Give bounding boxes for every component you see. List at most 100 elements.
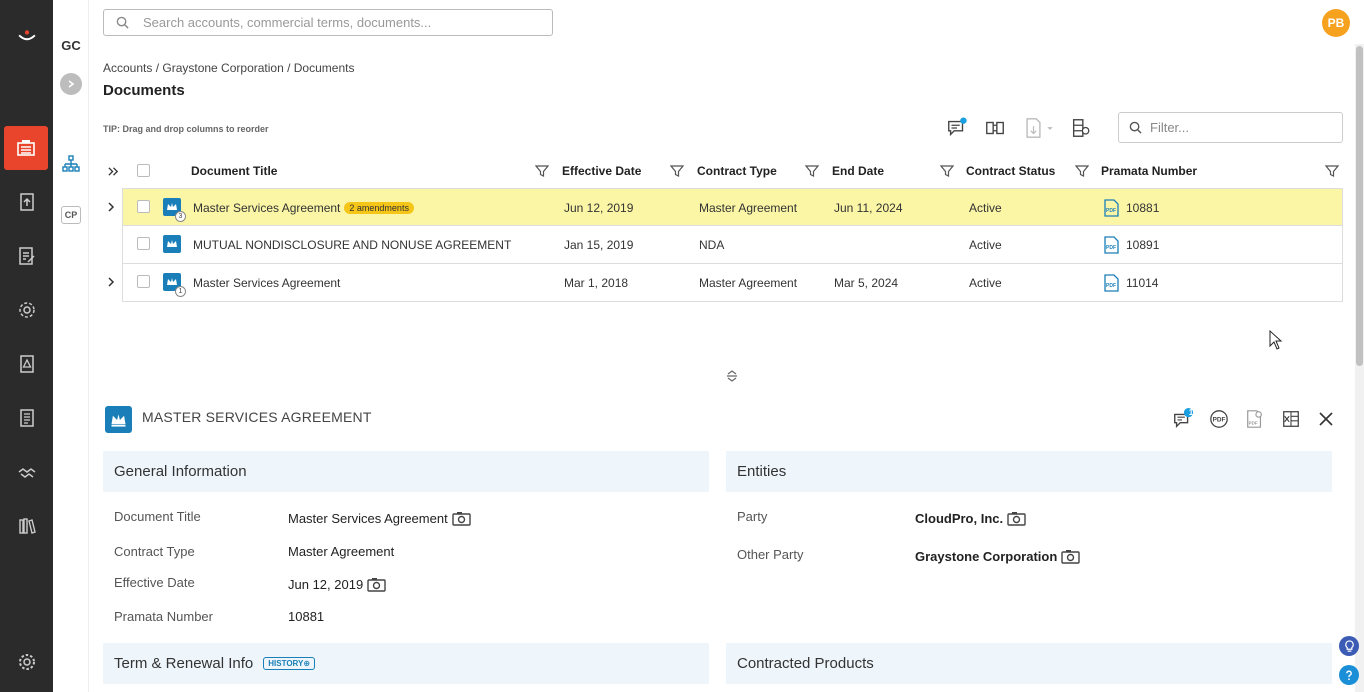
comments-button[interactable] <box>945 116 969 140</box>
top-bar: PB <box>89 0 1364 44</box>
column-header-pramata-number[interactable]: Pramata Number <box>1101 164 1197 178</box>
row-checkbox[interactable] <box>137 275 150 288</box>
panel-heading: General Information <box>103 451 709 492</box>
camera-icon[interactable] <box>451 511 471 526</box>
expand-all-icon[interactable] <box>107 165 120 178</box>
search-icon <box>116 16 129 29</box>
panel-heading: Entities <box>726 451 1332 492</box>
panel-heading: Contracted Products <box>726 643 1332 684</box>
filter-funnel-icon[interactable] <box>1075 164 1089 178</box>
app-logo[interactable] <box>0 18 53 54</box>
pramata-number-cell[interactable]: 11014 <box>1126 276 1158 290</box>
table-filter[interactable] <box>1118 112 1343 143</box>
hierarchy-icon[interactable] <box>62 155 80 173</box>
detail-comments-button[interactable]: 1 <box>1172 408 1194 430</box>
reorder-tip: TIP: Drag and drop columns to reorder <box>103 124 269 134</box>
scrollbar-thumb[interactable] <box>1356 46 1363 366</box>
nav-upload-icon[interactable] <box>0 180 53 224</box>
chevron-right-icon <box>68 80 75 88</box>
nav-settings-icon[interactable] <box>0 640 53 684</box>
lightbulb-icon <box>1344 639 1354 652</box>
crown-document-icon: 1 <box>163 273 186 297</box>
breadcrumb[interactable]: Accounts / Graystone Corporation / Docum… <box>103 61 354 75</box>
compare-button[interactable] <box>983 116 1007 140</box>
main-content: Accounts / Graystone Corporation / Docum… <box>89 44 1355 692</box>
end-date-cell: Jun 11, 2024 <box>834 201 903 215</box>
counterparty-badge[interactable]: CP <box>61 206 81 224</box>
filter-input[interactable] <box>1150 120 1330 135</box>
nav-accounts-icon[interactable] <box>4 126 48 170</box>
column-header-end-date[interactable]: End Date <box>832 164 884 178</box>
pdf-search-icon: PDF <box>1247 410 1262 428</box>
vertical-scrollbar[interactable] <box>1355 44 1364 692</box>
comment-count: 1 <box>1188 408 1194 417</box>
nav-reports-icon[interactable] <box>0 396 53 440</box>
detail-title: MASTER SERVICES AGREEMENT <box>142 409 372 425</box>
pramata-number-cell[interactable]: 10891 <box>1126 238 1159 252</box>
crown-document-icon: 3 <box>163 198 186 222</box>
excel-icon <box>1283 411 1299 427</box>
account-context-bar: GC CP <box>53 0 89 692</box>
row-checkbox[interactable] <box>137 200 150 213</box>
chevron-right-icon[interactable] <box>104 275 118 289</box>
export-excel-button[interactable] <box>1280 408 1302 430</box>
filter-funnel-icon[interactable] <box>1325 164 1339 178</box>
document-title-link[interactable]: MUTUAL NONDISCLOSURE AND NONUSE AGREEMEN… <box>193 238 511 252</box>
column-header-effective-date[interactable]: Effective Date <box>562 164 641 178</box>
pdf-icon[interactable]: PDF <box>1103 274 1120 292</box>
column-header-contract-status[interactable]: Contract Status <box>966 164 1055 178</box>
compare-icon <box>986 121 1004 135</box>
global-search[interactable] <box>103 9 553 36</box>
column-header-contract-type[interactable]: Contract Type <box>697 164 777 178</box>
contract-status-cell: Active <box>969 238 1002 252</box>
expand-panel-button[interactable] <box>60 73 82 95</box>
pramata-number-cell[interactable]: 10881 <box>1126 201 1159 215</box>
user-avatar[interactable]: PB <box>1322 9 1350 37</box>
nav-handshake-icon[interactable] <box>0 450 53 494</box>
history-button[interactable]: HISTORY⊕ <box>263 657 316 670</box>
resize-handle-icon[interactable] <box>725 369 739 383</box>
filter-funnel-icon[interactable] <box>940 164 954 178</box>
contract-type-cell: Master Agreement <box>699 201 798 215</box>
nav-edit-document-icon[interactable] <box>0 234 53 278</box>
term-renewal-panel: Term & Renewal Info HISTORY⊕ <box>103 643 709 688</box>
version-badge: 1 <box>175 286 186 297</box>
table-row[interactable]: 3 Master Services Agreement 2 amendments … <box>108 188 1343 226</box>
pdf-icon: PDF <box>1210 410 1228 428</box>
help-button[interactable] <box>1339 665 1359 685</box>
table-row[interactable]: MUTUAL NONDISCLOSURE AND NONUSE AGREEMEN… <box>122 226 1343 264</box>
chevron-right-icon[interactable] <box>104 200 118 214</box>
question-icon <box>1346 670 1352 681</box>
general-information-panel: General Information Document Title Maste… <box>103 451 709 624</box>
camera-icon[interactable] <box>1007 511 1026 526</box>
search-icon <box>1129 121 1142 134</box>
row-checkbox[interactable] <box>137 237 150 250</box>
pdf-icon[interactable]: PDF <box>1103 199 1120 217</box>
ideas-button[interactable] <box>1339 636 1359 656</box>
amendments-badge[interactable]: 2 amendments <box>344 202 414 214</box>
camera-icon[interactable] <box>367 577 386 592</box>
entities-panel: Entities Party CloudPro, Inc. Other Part… <box>726 451 1332 591</box>
camera-icon[interactable] <box>1061 549 1080 564</box>
search-input[interactable] <box>143 15 523 30</box>
filter-funnel-icon[interactable] <box>805 164 819 178</box>
close-detail-button[interactable] <box>1315 408 1337 430</box>
nav-library-icon[interactable] <box>0 504 53 548</box>
document-title-link[interactable]: Master Services Agreement <box>193 201 340 215</box>
pdf-icon[interactable]: PDF <box>1103 236 1120 254</box>
filter-funnel-icon[interactable] <box>670 164 684 178</box>
view-pdf-button[interactable]: PDF <box>1208 408 1230 430</box>
panel-heading: Term & Renewal Info <box>114 655 254 672</box>
filter-funnel-icon[interactable] <box>535 164 549 178</box>
column-settings-button[interactable] <box>1069 116 1093 140</box>
document-title-link[interactable]: Master Services Agreement <box>193 276 340 290</box>
effective-date-cell: Mar 1, 2018 <box>564 276 629 290</box>
column-header-document-title[interactable]: Document Title <box>191 164 277 178</box>
nav-alert-document-icon[interactable] <box>0 342 53 386</box>
crown-document-icon <box>163 235 181 253</box>
download-menu-button[interactable] <box>1021 116 1057 140</box>
search-pdf-button[interactable]: PDF <box>1244 408 1266 430</box>
select-all-checkbox[interactable] <box>137 164 150 177</box>
table-row[interactable]: 1 Master Services Agreement Mar 1, 2018 … <box>108 264 1343 302</box>
nav-network-icon[interactable] <box>0 288 53 332</box>
